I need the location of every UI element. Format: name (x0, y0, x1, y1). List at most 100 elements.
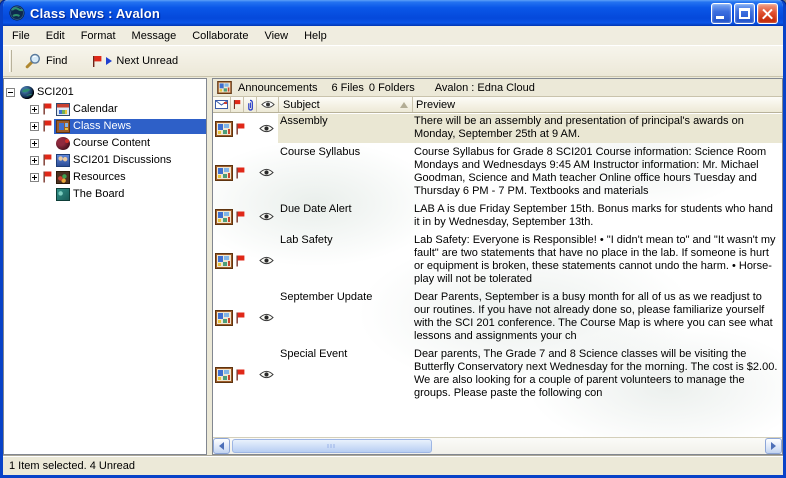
menu-item-format[interactable]: Format (73, 27, 124, 45)
message-row[interactable]: Special Event Dear parents, The Grade 7 … (213, 346, 782, 403)
message-row[interactable]: September Update Dear Parents, September… (213, 289, 782, 346)
expand-toggle[interactable] (30, 139, 39, 148)
read-eye-icon (254, 347, 278, 402)
unread-flag-icon (235, 202, 254, 231)
next-unread-label: Next Unread (116, 55, 178, 67)
read-eye-icon (254, 145, 278, 200)
column-flag[interactable] (231, 97, 244, 112)
message-row[interactable]: Course Syllabus Course Syllabus for Grad… (213, 144, 782, 201)
column-preview[interactable]: Preview (413, 97, 782, 112)
toolbar: Find Next Unread (3, 46, 783, 77)
sidebar-item-label: Resources (70, 171, 126, 183)
minimize-button[interactable] (711, 3, 732, 24)
sidebar-item-label: SCI201 Discussions (70, 154, 171, 166)
find-button[interactable]: Find (18, 50, 74, 72)
close-button[interactable] (757, 3, 778, 24)
scrollbar-track[interactable] (230, 438, 765, 454)
sidebar-item-course-content[interactable]: Course Content (30, 135, 206, 151)
message-subject: Lab Safety (278, 233, 411, 288)
message-subject: Assembly (278, 114, 411, 143)
resources-icon (56, 171, 70, 184)
message-row[interactable]: Assembly There will be an assembly and p… (213, 113, 782, 144)
bulletin-icon (213, 290, 235, 345)
expand-toggle[interactable] (30, 105, 39, 114)
menu-item-file[interactable]: File (4, 27, 38, 45)
sidebar-item-label: The Board (70, 188, 124, 200)
message-preview: LAB A is due Friday September 15th. Bonu… (411, 202, 782, 231)
read-eye-icon (254, 114, 278, 143)
toolbar-grip[interactable] (9, 50, 12, 72)
menu-item-help[interactable]: Help (296, 27, 335, 45)
scroll-right-button[interactable] (765, 438, 782, 454)
unread-flag-icon (42, 171, 54, 183)
discussions-icon (56, 154, 70, 167)
column-subject[interactable]: Subject (279, 97, 413, 112)
collapse-toggle[interactable] (6, 88, 15, 97)
main-content: SCI201 Calendar (3, 77, 783, 455)
sidebar-item-label: SCI201 (34, 86, 74, 98)
unread-flag-icon (235, 233, 254, 288)
sort-ascending-icon (400, 102, 408, 108)
scroll-left-button[interactable] (213, 438, 230, 454)
message-preview: There will be an assembly and presentati… (411, 114, 782, 143)
message-row[interactable]: Lab Safety Lab Safety: Everyone is Respo… (213, 232, 782, 289)
status-bar: 1 Item selected. 4 Unread (3, 455, 783, 475)
conference-header-bar: Announcements 6 Files 0 Folders Avalon :… (213, 79, 782, 97)
app-globe-icon (9, 5, 25, 21)
horizontal-scrollbar (213, 437, 782, 454)
expand-toggle[interactable] (30, 156, 39, 165)
sidebar-item-the-board[interactable]: The Board (30, 186, 206, 202)
sidebar-item-resources[interactable]: Resources (30, 169, 206, 185)
message-preview: Dear parents, The Grade 7 and 8 Science … (411, 347, 782, 402)
maximize-icon (739, 8, 750, 19)
unread-flag-icon (42, 154, 54, 166)
menu-item-view[interactable]: View (256, 27, 296, 45)
next-unread-button[interactable]: Next Unread (84, 52, 185, 71)
sidebar-item-label: Calendar (70, 103, 118, 115)
expand-toggle[interactable] (30, 122, 39, 131)
menu-item-edit[interactable]: Edit (38, 27, 73, 45)
course-content-icon (56, 137, 70, 150)
maximize-button[interactable] (734, 3, 755, 24)
column-unread-status[interactable] (213, 97, 231, 112)
column-read-status[interactable] (257, 97, 279, 112)
unread-flag-icon (42, 188, 54, 200)
sidebar-item-class-news[interactable]: Class News (30, 118, 206, 134)
envelope-icon (215, 100, 228, 109)
app-window: Class News : Avalon FileEditFormatMessag… (0, 0, 786, 478)
message-subject: Due Date Alert (278, 202, 411, 231)
expand-toggle[interactable] (30, 173, 39, 182)
globe-icon (20, 86, 34, 99)
sidebar-item-sci201-discussions[interactable]: SCI201 Discussions (30, 152, 206, 168)
menu-item-collaborate[interactable]: Collaborate (184, 27, 256, 45)
sidebar-item-sci201[interactable]: SCI201 (6, 84, 206, 100)
message-preview: Dear Parents, September is a busy month … (411, 290, 782, 345)
unread-flag-icon (235, 347, 254, 402)
bulletin-icon (213, 233, 235, 288)
column-attachment[interactable] (244, 97, 257, 112)
column-header-row: Subject Preview (213, 97, 782, 113)
message-subject: Course Syllabus (278, 145, 411, 200)
message-subject: September Update (278, 290, 411, 345)
menu-item-message[interactable]: Message (124, 27, 185, 45)
unread-flag-icon (42, 120, 54, 132)
sidebar-item-label: Class News (70, 120, 131, 132)
class-news-icon (56, 120, 70, 133)
server-location: Avalon : Edna Cloud (435, 82, 535, 94)
message-preview: Lab Safety: Everyone is Responsible! • "… (411, 233, 782, 288)
flag-icon (233, 99, 241, 110)
read-eye-icon (254, 233, 278, 288)
sidebar-item-label: Course Content (70, 137, 150, 149)
unread-flag-icon (235, 114, 254, 143)
bulletin-icon (213, 145, 235, 200)
eye-icon (261, 100, 275, 109)
title-bar[interactable]: Class News : Avalon (3, 0, 783, 26)
menu-bar: FileEditFormatMessageCollaborateViewHelp (3, 26, 783, 46)
scrollbar-thumb[interactable] (232, 439, 432, 453)
folders-count: 0 Folders (369, 82, 415, 94)
message-row[interactable]: Due Date Alert LAB A is due Friday Septe… (213, 201, 782, 232)
board-icon (56, 188, 70, 201)
bulletin-icon (213, 347, 235, 402)
calendar-icon (56, 103, 70, 116)
sidebar-item-calendar[interactable]: Calendar (30, 101, 206, 117)
